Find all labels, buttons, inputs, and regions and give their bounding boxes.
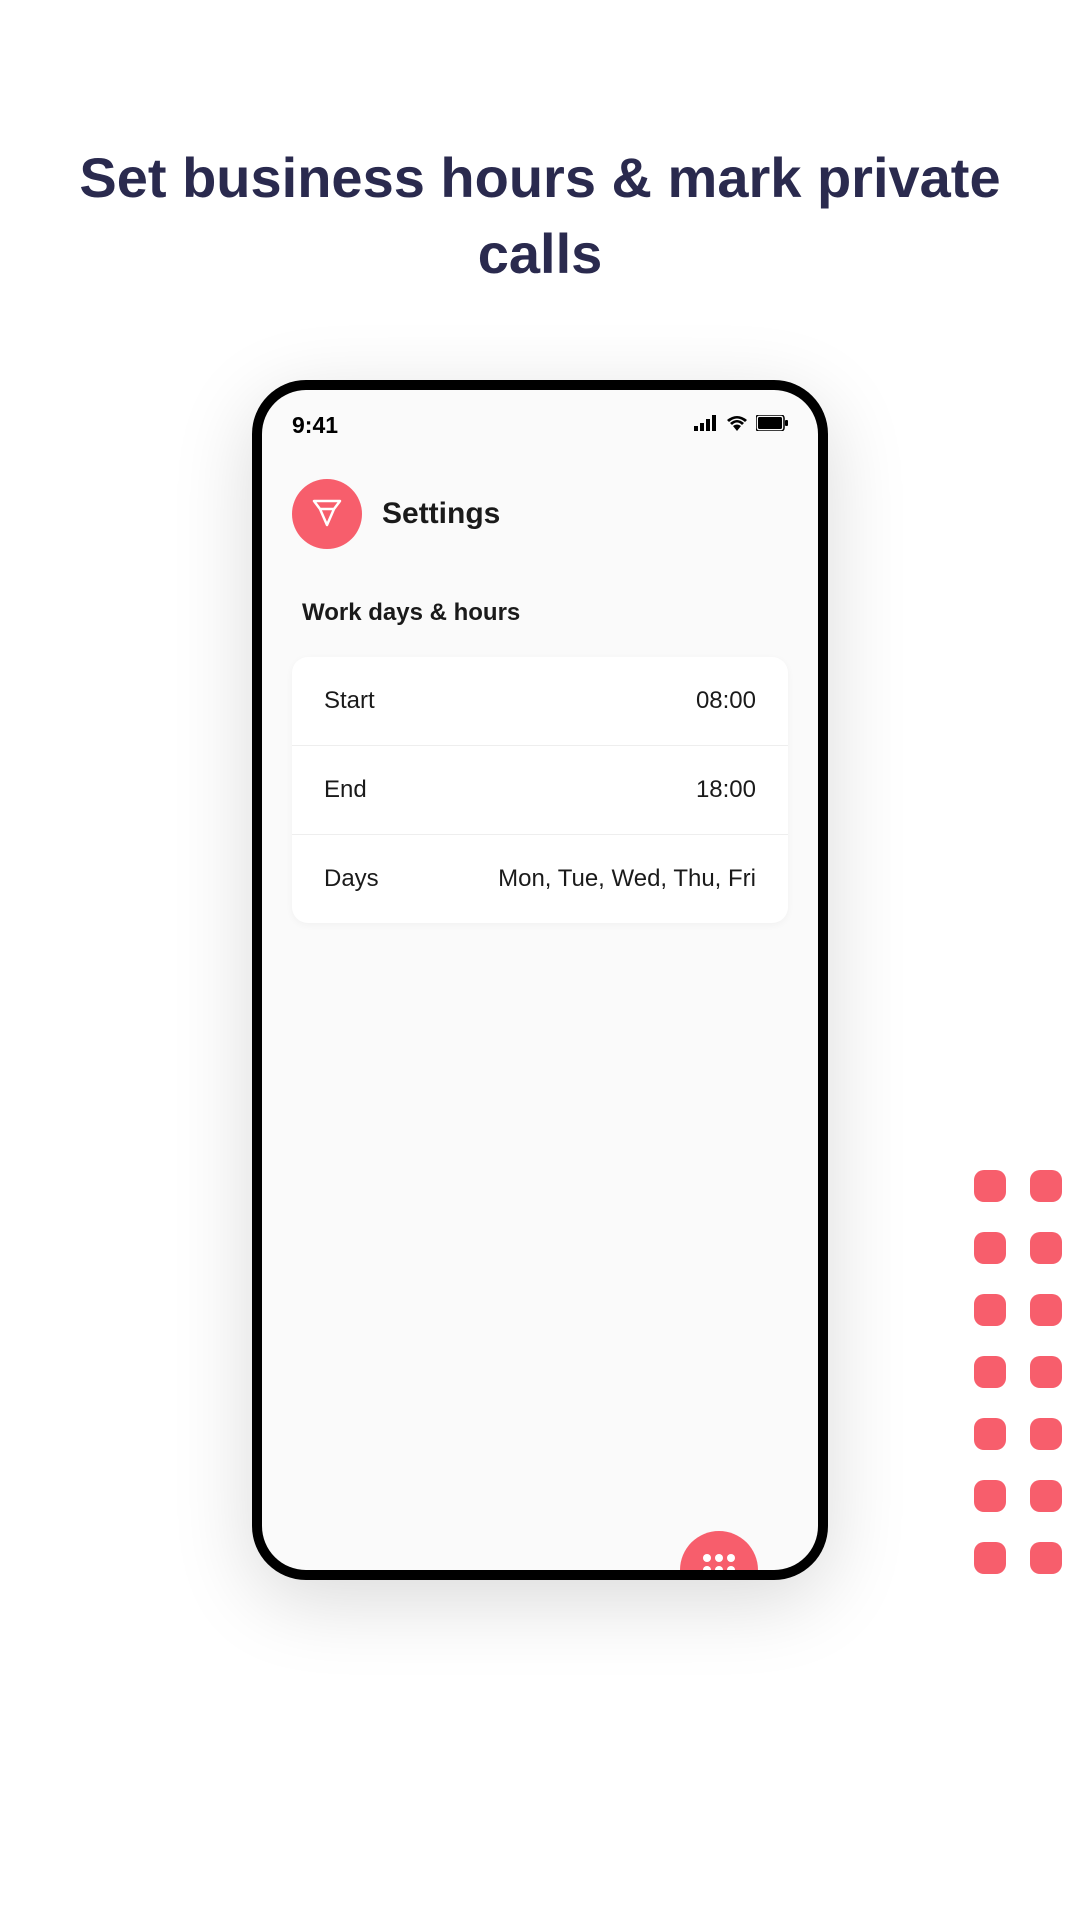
cellular-signal-icon [694, 415, 718, 436]
end-time-row[interactable]: End 18:00 [292, 746, 788, 835]
start-label: Start [324, 687, 375, 715]
promo-headline: Set business hours & mark private calls [0, 0, 1080, 291]
decorative-dots [974, 1170, 1062, 1574]
dialpad-fab-button[interactable] [680, 1531, 758, 1570]
status-icons-group [694, 415, 788, 436]
battery-icon [756, 415, 788, 436]
end-label: End [324, 776, 367, 804]
page-title: Settings [382, 497, 500, 531]
section-title: Work days & hours [262, 559, 818, 647]
start-value: 08:00 [696, 687, 756, 715]
wifi-icon [726, 415, 748, 436]
dialpad-icon [703, 1554, 735, 1570]
end-value: 18:00 [696, 776, 756, 804]
app-logo-icon [292, 479, 362, 549]
days-label: Days [324, 865, 379, 893]
days-row[interactable]: Days Mon, Tue, Wed, Thu, Fri [292, 835, 788, 923]
status-bar: 9:41 [262, 390, 818, 449]
start-time-row[interactable]: Start 08:00 [292, 657, 788, 746]
app-header: Settings [262, 449, 818, 559]
phone-frame: 9:41 Settings Work days & hours [252, 380, 828, 1580]
settings-card: Start 08:00 End 18:00 Days Mon, Tue, Wed… [292, 657, 788, 923]
status-time: 9:41 [292, 412, 338, 439]
phone-screen: 9:41 Settings Work days & hours [262, 390, 818, 1570]
days-value: Mon, Tue, Wed, Thu, Fri [498, 865, 756, 893]
